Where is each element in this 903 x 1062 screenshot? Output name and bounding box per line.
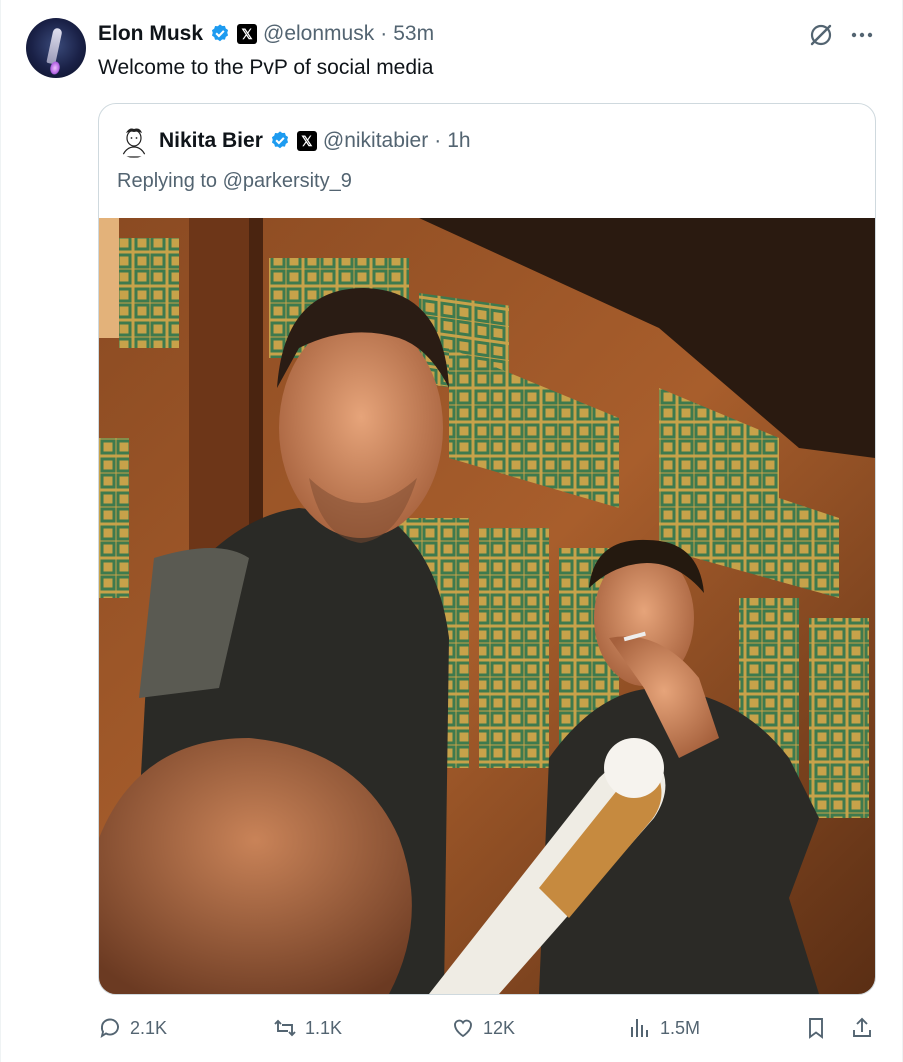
replying-to-handle[interactable]: @parkersity_9 xyxy=(223,170,352,192)
repost-button[interactable]: 1.1K xyxy=(273,1012,342,1044)
share-button[interactable] xyxy=(850,1012,874,1044)
replying-to-prefix: Replying to xyxy=(117,170,223,192)
quoted-header: Nikita Bier 𝕏 @nikitabier · 1h xyxy=(159,127,471,155)
repost-count: 1.1K xyxy=(305,1017,343,1038)
author-name[interactable]: Elon Musk xyxy=(98,22,203,46)
x-logo-icon: 𝕏 xyxy=(237,24,258,44)
reply-count: 2.1K xyxy=(130,1017,168,1038)
bookmark-button[interactable] xyxy=(804,1012,828,1044)
quoted-post-time[interactable]: 1h xyxy=(447,129,470,153)
frame-border-left xyxy=(0,0,1,1062)
bookmark-icon xyxy=(809,1018,823,1039)
verified-badge-icon xyxy=(209,23,231,45)
post-header: Elon Musk 𝕏 @elonmusk · 53m xyxy=(98,19,434,49)
reply-icon xyxy=(100,1018,119,1039)
verified-badge-icon xyxy=(269,130,291,152)
like-count: 12K xyxy=(483,1017,516,1038)
quoted-author-name[interactable]: Nikita Bier xyxy=(159,129,263,153)
post-text: Welcome to the PvP of social media xyxy=(98,56,434,79)
replying-to: Replying to @parkersity_9 xyxy=(117,170,352,193)
post-time[interactable]: 53m xyxy=(393,22,434,46)
action-bar: 2.1K 1.1K 12K 1.5M xyxy=(98,1012,878,1044)
share-icon xyxy=(853,1017,871,1037)
separator-dot: · xyxy=(380,22,388,45)
views-count: 1.5M xyxy=(660,1017,701,1038)
separator-dot: · xyxy=(434,129,442,152)
like-icon xyxy=(454,1019,472,1038)
quoted-photo[interactable] xyxy=(99,218,875,994)
views-button[interactable]: 1.5M xyxy=(628,1012,700,1044)
views-icon xyxy=(631,1019,648,1037)
author-handle[interactable]: @elonmusk xyxy=(263,22,374,46)
reply-button[interactable]: 2.1K xyxy=(98,1012,167,1044)
repost-icon xyxy=(274,1019,296,1037)
quoted-author-handle[interactable]: @nikitabier xyxy=(323,129,428,153)
x-logo-icon: 𝕏 xyxy=(296,131,317,151)
quoted-post[interactable]: Nikita Bier 𝕏 @nikitabier · 1h Replying … xyxy=(98,103,876,995)
author-avatar[interactable] xyxy=(26,18,86,78)
quoted-author-avatar[interactable] xyxy=(117,124,151,158)
more-icon[interactable] xyxy=(850,24,874,46)
grok-icon[interactable] xyxy=(808,22,834,48)
like-button[interactable]: 12K xyxy=(451,1012,515,1044)
